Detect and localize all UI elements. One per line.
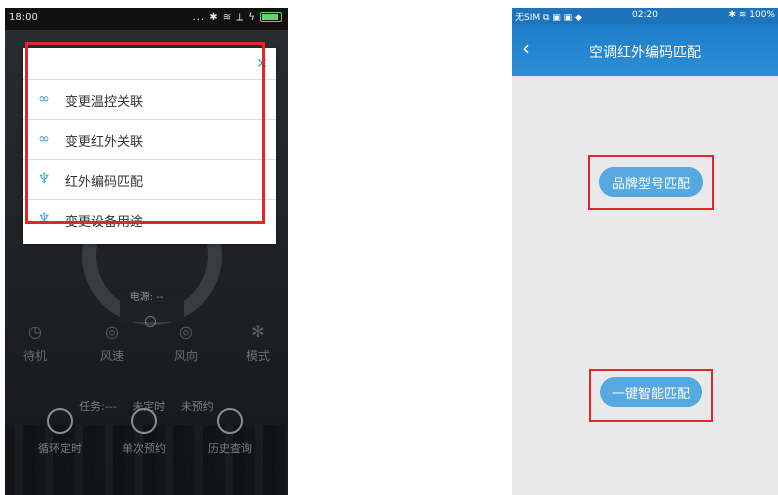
fan-speed-label: 风速 [99,349,124,363]
infrared-plug-icon: ♆ [37,171,51,187]
nav-bar: ‹ 空调红外编码匹配 [512,24,778,76]
status-icon-glyphs: ... ✱ ≋ ⟂ ϟ [192,12,256,23]
fan-speed-icon: ◎ [105,322,119,341]
snowflake-icon: ✻ [251,322,265,341]
standby-label: 待机 [22,349,47,363]
power-status-label: 电源: -- [129,292,164,303]
status-bar: 无SIM ⧉ ▣ ▣ ◆ 02:20 ✱ ≋ 100% [512,8,778,24]
plug-icon: ♆ [37,211,51,227]
fan-direction-icon: ◎ [179,322,193,341]
clock-icon: ◷ [28,322,42,341]
menu-item-label: 变更设备用途 [65,215,144,230]
mode-button[interactable]: ✻ 模式 [233,322,283,364]
right-phone-screen: 无SIM ⧉ ▣ ▣ ◆ 02:20 ✱ ≋ 100% ‹ 空调红外编码匹配 品… [512,8,778,495]
loop-timer-button[interactable]: 循环定时 [25,408,95,456]
menu-item-change-thermostat-link[interactable]: ∞ 变更温控关联 [23,80,276,120]
menu-item-label: 变更温控关联 [65,95,144,110]
menu-item-label: 红外编码匹配 [65,175,144,190]
page-title: 空调红外编码匹配 [589,45,701,61]
link-x-icon: ∞ [38,131,50,147]
status-time: 18:00 [9,12,38,23]
history-button[interactable]: 历史查询 [195,408,265,456]
schedule-icon [131,408,157,434]
single-schedule-label: 单次预约 [122,442,166,455]
smart-match-button[interactable]: 一键智能匹配 [600,377,702,407]
left-phone-screen: 18:00 ... ✱ ≋ ⟂ ϟ 电源: -- ◷ 待机 ◎ 风速 ◎ 风向 … [5,8,288,495]
device-options-menu: ✕ ∞ 变更温控关联 ∞ 变更红外关联 ♆ 红外编码匹配 ♆ 变更设备用途 [23,48,276,244]
standby-button[interactable]: ◷ 待机 [10,322,60,364]
fan-direction-label: 风向 [173,349,198,363]
power-icon[interactable] [145,316,156,327]
close-icon[interactable]: ✕ [256,56,268,72]
status-bar: 18:00 ... ✱ ≋ ⟂ ϟ [5,8,288,30]
menu-item-change-infrared-link[interactable]: ∞ 变更红外关联 [23,120,276,160]
menu-item-infrared-code-match[interactable]: ♆ 红外编码匹配 [23,160,276,200]
history-label: 历史查询 [208,442,252,455]
menu-item-change-device-use[interactable]: ♆ 变更设备用途 [23,200,276,240]
loop-timer-label: 循环定时 [38,442,82,455]
timer-icon [47,408,73,434]
battery-icon [260,12,282,22]
mode-label: 模式 [245,349,270,363]
history-icon [217,408,243,434]
status-battery: ✱ ≋ 100% [728,10,775,20]
menu-item-label: 变更红外关联 [65,135,144,150]
status-icons: ... ✱ ≋ ⟂ ϟ [193,12,282,23]
link-check-icon: ∞ [38,91,50,107]
single-schedule-button[interactable]: 单次预约 [109,408,179,456]
brand-model-match-button[interactable]: 品牌型号匹配 [599,167,703,197]
fan-direction-button[interactable]: ◎ 风向 [161,322,211,364]
fan-speed-button[interactable]: ◎ 风速 [87,322,137,364]
